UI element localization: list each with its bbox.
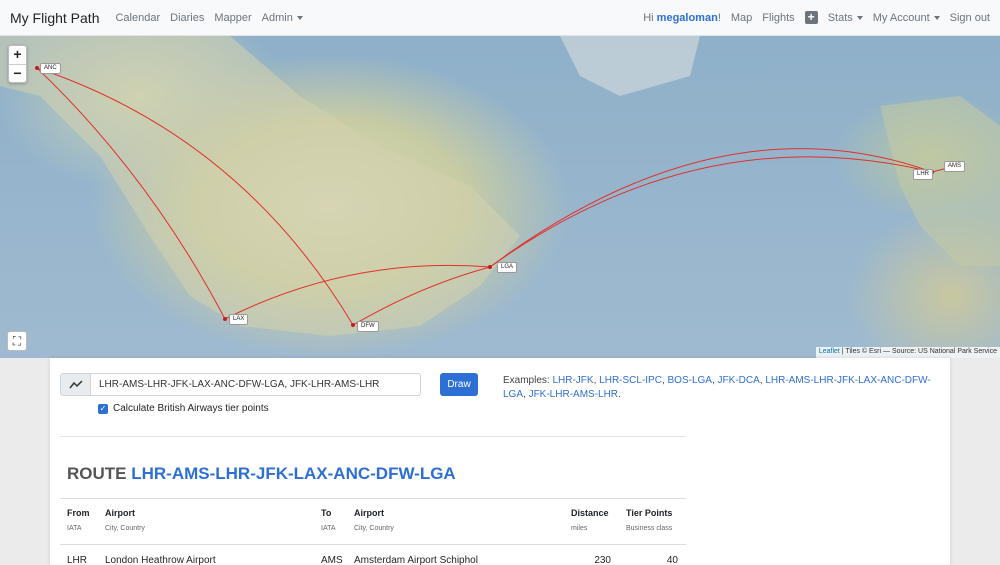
divider bbox=[60, 544, 686, 545]
caret-down-icon bbox=[933, 15, 940, 20]
nav-mapper[interactable]: Mapper bbox=[214, 12, 251, 24]
airport-label-anc: ANC bbox=[40, 63, 61, 74]
example-link[interactable]: LHR-SCL-IPC bbox=[599, 375, 662, 386]
caret-down-icon bbox=[296, 15, 303, 20]
nav-calendar[interactable]: Calendar bbox=[115, 12, 160, 24]
divider bbox=[60, 436, 686, 437]
airport-label-lga: LGA bbox=[497, 262, 518, 273]
header-airport-2: Airport bbox=[354, 508, 384, 518]
row-tier-points: 40 bbox=[666, 555, 678, 565]
zoom-in-button[interactable]: + bbox=[9, 46, 26, 64]
route-panel: Draw ✓ Calculate British Airways tier po… bbox=[50, 358, 950, 565]
route-code: LHR-AMS-LHR-JFK-LAX-ANC-DFW-LGA bbox=[131, 464, 456, 483]
route-chart-icon bbox=[60, 373, 90, 396]
row-to: AMS bbox=[321, 555, 343, 565]
map-attribution: Leaflet | Tiles © Esri — Source: US Nati… bbox=[815, 347, 1000, 358]
greenland-land bbox=[560, 36, 700, 96]
add-flight-icon[interactable]: + bbox=[804, 11, 818, 24]
header-from: From bbox=[67, 508, 90, 518]
airport-label-dfw: DFW bbox=[357, 321, 379, 332]
row-to-airport: Amsterdam Airport Schiphol bbox=[354, 555, 478, 565]
header-to: To bbox=[321, 508, 332, 518]
subheader-distance: miles bbox=[571, 525, 588, 532]
route-map[interactable]: ANC LHR AMS LGA LAX DFW + − ⛶ Leaflet | … bbox=[0, 36, 1000, 358]
route-title: ROUTE LHR-AMS-LHR-JFK-LAX-ANC-DFW-LGA bbox=[67, 464, 456, 483]
row-from: LHR bbox=[67, 555, 88, 565]
nav-diaries[interactable]: Diaries bbox=[170, 12, 204, 24]
divider bbox=[60, 498, 686, 499]
route-jfk-lhr bbox=[489, 156, 933, 268]
row-distance: 230 bbox=[594, 555, 611, 565]
subheader-from: IATA bbox=[67, 525, 82, 532]
tier-points-option[interactable]: ✓ Calculate British Airways tier points bbox=[98, 403, 269, 414]
airport-label-lax: LAX bbox=[229, 314, 249, 325]
nav-admin-dropdown[interactable]: Admin bbox=[262, 12, 303, 24]
dfw-marker[interactable] bbox=[351, 323, 355, 327]
brand-link[interactable]: My Flight Path bbox=[10, 10, 99, 26]
anc-marker[interactable] bbox=[35, 66, 39, 70]
nav-stats-label: Stats bbox=[827, 11, 853, 24]
subheader-airport-2: City, Country bbox=[354, 525, 394, 532]
examples: Examples: LHR-JFK, LHR-SCL-IPC, BOS-LGA,… bbox=[503, 375, 931, 400]
nav-account-dropdown[interactable]: My Account bbox=[873, 12, 940, 24]
nav-stats-dropdown[interactable]: Stats bbox=[828, 12, 863, 24]
nav-admin-label: Admin bbox=[261, 11, 293, 24]
header-tier-points: Tier Points bbox=[626, 508, 673, 518]
europe-land bbox=[880, 96, 1000, 266]
nav-flights[interactable]: Flights bbox=[762, 12, 794, 24]
header-airport: Airport bbox=[105, 508, 135, 518]
lax-marker[interactable] bbox=[223, 317, 227, 321]
tier-points-label: Calculate British Airways tier points bbox=[113, 403, 269, 414]
lga-marker[interactable] bbox=[488, 265, 492, 269]
zoom-out-button[interactable]: − bbox=[9, 64, 26, 82]
subheader-airport: City, Country bbox=[105, 525, 145, 532]
nav-sign-out[interactable]: Sign out bbox=[950, 12, 990, 24]
leaflet-link[interactable]: Leaflet bbox=[819, 348, 840, 355]
top-navbar: My Flight Path Calendar Diaries Mapper A… bbox=[0, 0, 1000, 36]
airport-label-ams: AMS bbox=[944, 161, 966, 172]
checkbox-checked-icon[interactable]: ✓ bbox=[98, 403, 108, 414]
header-distance: Distance bbox=[571, 508, 609, 518]
nav-account-label: My Account bbox=[872, 11, 930, 24]
nav-map[interactable]: Map bbox=[731, 12, 752, 24]
greeting: Hi megaloman! bbox=[643, 11, 721, 24]
username[interactable]: megaloman bbox=[657, 12, 718, 24]
route-input[interactable] bbox=[90, 373, 421, 396]
zoom-control: + − bbox=[8, 45, 27, 83]
route-form bbox=[60, 373, 421, 396]
example-link[interactable]: JFK-LHR-AMS-LHR bbox=[529, 389, 618, 400]
fullscreen-icon[interactable]: ⛶ bbox=[7, 331, 27, 351]
north-america-land bbox=[0, 36, 520, 336]
example-link[interactable]: JFK-DCA bbox=[718, 375, 760, 386]
subheader-tier-points: Business class bbox=[626, 525, 673, 532]
route-lines bbox=[0, 36, 1000, 336]
airport-label-lhr: LHR bbox=[913, 169, 934, 180]
subheader-to: IATA bbox=[321, 525, 336, 532]
example-link[interactable]: BOS-LGA bbox=[668, 375, 712, 386]
draw-button[interactable]: Draw bbox=[440, 373, 478, 396]
caret-down-icon bbox=[856, 15, 863, 20]
row-from-airport: London Heathrow Airport bbox=[105, 555, 216, 565]
example-link[interactable]: LHR-JFK bbox=[552, 375, 593, 386]
